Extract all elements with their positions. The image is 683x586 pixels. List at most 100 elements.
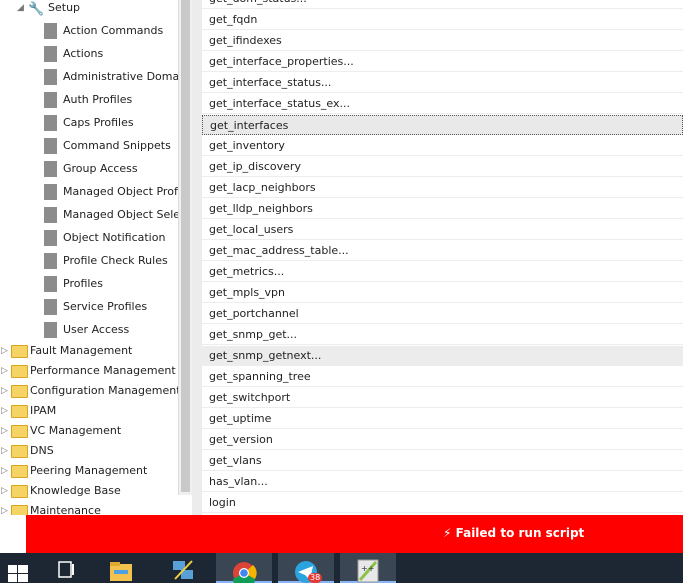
script-list-item[interactable]: get_lldp_neighbors (202, 199, 683, 219)
collapse-arrow-icon[interactable]: ▷ (1, 461, 8, 481)
tree-folder-label: Maintenance (30, 504, 101, 515)
unread-badge: 38 (308, 573, 323, 583)
wrench-icon: 🔧 (28, 2, 45, 17)
sidebar-scrollbar[interactable] (178, 0, 193, 495)
navigation-tree: ◢ 🔧 Setup Action Commands Actions Administ… (0, 0, 178, 515)
tree-folder-label: Performance Management (30, 364, 176, 377)
document-icon (44, 115, 57, 131)
telegram-icon (295, 561, 317, 583)
error-left-gap (0, 515, 26, 553)
document-icon (44, 276, 57, 292)
taskbar-chrome[interactable] (216, 553, 272, 586)
tree-node-label: Profile Check Rules (63, 254, 168, 267)
script-list-item[interactable]: get_mpls_vpn (202, 283, 683, 303)
script-list-item[interactable]: get_ip_discovery (202, 157, 683, 177)
collapse-arrow-icon[interactable]: ▷ (1, 341, 8, 361)
script-list-item[interactable]: get_inventory (202, 136, 683, 156)
document-icon (44, 161, 57, 177)
collapse-arrow-icon[interactable]: ▷ (1, 421, 8, 441)
folder-icon (11, 425, 28, 438)
script-list-item[interactable]: has_vlan... (202, 472, 683, 492)
tree-node-label: Service Profiles (63, 300, 148, 313)
script-list-item[interactable]: get_interface_status... (202, 73, 683, 93)
network-icon (173, 560, 193, 580)
script-list-item[interactable]: get_local_users (202, 220, 683, 240)
folder-icon (11, 485, 28, 498)
script-list-item[interactable]: get_interface_properties... (202, 52, 683, 72)
script-list-item[interactable]: get_switchport (202, 388, 683, 408)
taskbar: 38 ++ (0, 553, 683, 586)
folder-icon (11, 445, 28, 458)
document-icon (44, 253, 57, 269)
collapse-arrow-icon[interactable]: ▷ (1, 381, 8, 401)
script-list-item[interactable]: get_interfaces (202, 115, 683, 135)
collapse-arrow-icon[interactable]: ▷ (1, 361, 8, 381)
taskbar-telegram[interactable]: 38 (278, 553, 334, 583)
folder-icon (11, 505, 28, 515)
expand-arrow-icon[interactable]: ◢ (17, 0, 24, 18)
chrome-icon (233, 562, 257, 586)
document-icon (44, 299, 57, 315)
script-list-item[interactable]: get_interface_status_ex... (202, 94, 683, 114)
taskbar-file-explorer[interactable] (102, 553, 142, 583)
script-list-item[interactable]: get_metrics... (202, 262, 683, 282)
document-icon (44, 23, 57, 39)
script-list: get_dom_status...get_fqdnget_ifindexesge… (202, 0, 683, 515)
collapse-arrow-icon[interactable]: ▷ (1, 401, 8, 421)
folder-icon (11, 345, 28, 358)
windows-logo-icon (8, 565, 28, 582)
document-icon (44, 230, 57, 246)
folder-icon (11, 385, 28, 398)
script-list-item[interactable]: get_dom_status... (202, 0, 683, 9)
script-list-item[interactable]: get_lacp_neighbors (202, 178, 683, 198)
document-icon (44, 92, 57, 108)
tree-folder-label: Peering Management (30, 464, 148, 477)
tree-node-label: Action Commands (63, 24, 164, 37)
tree-folder-label: IPAM (30, 404, 57, 417)
collapse-arrow-icon[interactable]: ▷ (1, 481, 8, 501)
script-list-item[interactable]: get_portchannel (202, 304, 683, 324)
script-list-item[interactable]: get_snmp_get... (202, 325, 683, 345)
collapse-arrow-icon[interactable]: ▷ (1, 441, 8, 461)
script-list-item[interactable]: get_mac_address_table... (202, 241, 683, 261)
script-list-item[interactable]: get_vlans (202, 451, 683, 471)
taskbar-network-app[interactable] (162, 553, 202, 583)
tree-node-label: Command Snippets (63, 139, 171, 152)
document-icon (44, 69, 57, 85)
taskbar-notepadpp[interactable]: ++ (340, 553, 396, 583)
folder-icon (11, 365, 28, 378)
tree-node-label: Caps Profiles (63, 116, 134, 129)
script-list-item[interactable]: get_fqdn (202, 10, 683, 30)
tree-node-label: Setup (48, 1, 81, 14)
error-notification[interactable]: ⚡ Failed to run script (26, 515, 683, 553)
script-list-item[interactable]: get_ifindexes (202, 31, 683, 51)
notepad-plus-plus-icon: ++ (357, 559, 379, 583)
tree-node-label: User Access (63, 323, 130, 336)
script-list-item[interactable]: get_snmp_getnext... (202, 346, 683, 366)
error-message: ⚡ Failed to run script (443, 526, 585, 540)
tree-node-label: Administrative Domains (63, 70, 178, 83)
tree-folder-label: Knowledge Base (30, 484, 121, 497)
folder-icon (11, 405, 28, 418)
folder-icon (110, 562, 132, 581)
script-list-item[interactable]: get_uptime (202, 409, 683, 429)
script-list-item[interactable]: login (202, 493, 683, 513)
scrollbar-thumb[interactable] (181, 0, 190, 492)
collapse-arrow-icon[interactable]: ▷ (1, 501, 8, 515)
script-list-item[interactable]: get_spanning_tree (202, 367, 683, 387)
start-button[interactable] (0, 553, 40, 583)
task-view-button[interactable] (47, 553, 87, 583)
svg-text:++: ++ (361, 564, 374, 573)
tree-node-label: Group Access (63, 162, 138, 175)
tree-node-label: Managed Object Profile (63, 185, 178, 198)
tree-folder-label: Fault Management (30, 344, 133, 357)
splitter[interactable] (192, 0, 202, 515)
tree-folder-label: Configuration Management (30, 384, 178, 397)
document-icon (44, 46, 57, 62)
document-icon (44, 207, 57, 223)
tree-node-label: Auth Profiles (63, 93, 133, 106)
tree-node-label: Object Notification (63, 231, 166, 244)
document-icon (44, 322, 57, 338)
script-list-item[interactable]: get_version (202, 430, 683, 450)
document-icon (44, 138, 57, 154)
